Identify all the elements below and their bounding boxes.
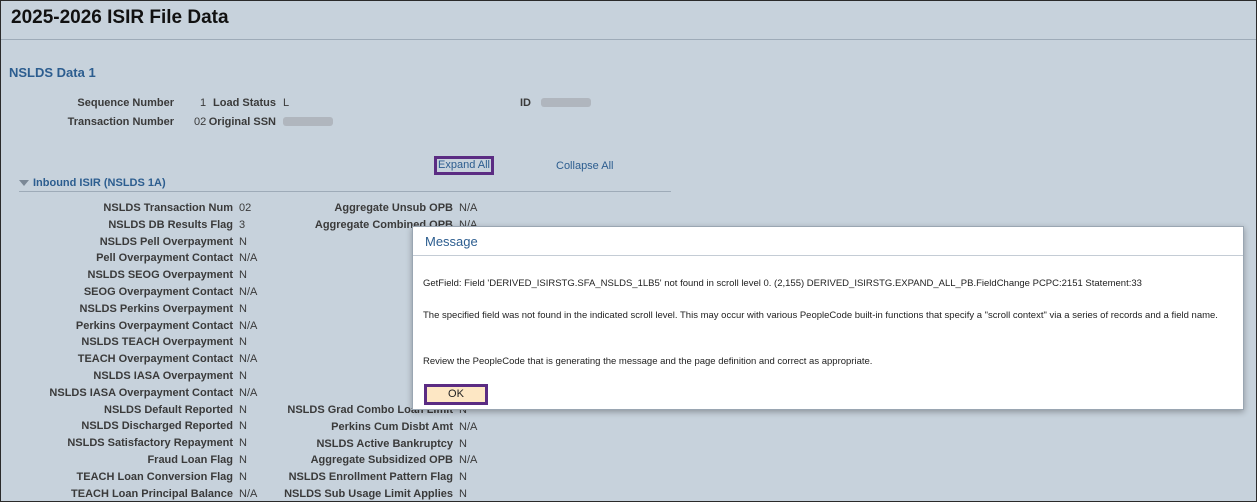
field-value: N xyxy=(239,420,247,433)
field-label: Pell Overpayment Contact xyxy=(96,252,233,265)
collapse-all-link[interactable]: Collapse All xyxy=(556,160,613,172)
field-label: NSLDS Perkins Overpayment xyxy=(79,302,233,315)
field-label: NSLDS SEOG Overpayment xyxy=(87,269,234,282)
field-label: Fraud Loan Flag xyxy=(147,454,233,466)
field-value: N xyxy=(239,454,247,466)
field-label: NSLDS TEACH Overpayment xyxy=(81,336,233,349)
field-label: NSLDS IASA Overpayment xyxy=(93,370,233,382)
field-label: TEACH Loan Conversion Flag xyxy=(76,470,233,483)
field-value: N xyxy=(459,488,467,500)
dialog-title: Message xyxy=(425,234,478,249)
field-label: NSLDS DB Results Flag xyxy=(108,218,233,231)
field-value: N xyxy=(239,437,247,450)
transaction-number-label: Transaction Number xyxy=(67,116,174,128)
field-value: N xyxy=(239,370,247,382)
message-dialog: Message GetField: Field 'DERIVED_ISIRSTG… xyxy=(412,226,1244,410)
sequence-number-label: Sequence Number xyxy=(77,97,174,109)
inbound-section-label: Inbound ISIR (NSLDS 1A) xyxy=(33,177,166,189)
field-label: NSLDS Active Bankruptcy xyxy=(316,437,453,450)
field-value: N xyxy=(459,471,467,484)
field-value: N/A xyxy=(239,252,258,265)
field-value: N xyxy=(239,269,247,282)
field-value: N/A xyxy=(459,454,478,467)
title-bar: 2025-2026 ISIR File Data xyxy=(1,1,1256,40)
field-label: Perkins Cum Disbt Amt xyxy=(331,420,453,433)
field-label: TEACH Loan Principal Balance xyxy=(71,487,233,500)
field-value: N xyxy=(239,403,247,416)
field-label: NSLDS Satisfactory Repayment xyxy=(67,437,233,450)
field-label: NSLDS Default Reported xyxy=(104,403,233,416)
field-label: TEACH Overpayment Contact xyxy=(77,353,233,366)
field-value: N/A xyxy=(239,386,258,399)
field-value: N/A xyxy=(239,353,258,366)
field-value: N/A xyxy=(239,319,258,332)
field-value: N xyxy=(459,437,467,450)
expand-all-link[interactable]: Expand All xyxy=(434,156,494,175)
field-value: N xyxy=(239,470,247,483)
collapse-arrow-icon[interactable] xyxy=(19,180,29,186)
original-ssn-redacted xyxy=(283,117,333,126)
field-label: NSLDS Pell Overpayment xyxy=(99,235,233,248)
field-label: Aggregate Unsub OPB xyxy=(334,202,453,214)
field-value: N xyxy=(239,302,247,315)
inbound-section-header[interactable]: Inbound ISIR (NSLDS 1A) xyxy=(19,177,671,192)
field-value: N/A xyxy=(459,420,478,433)
sequence-number-value: 1 xyxy=(200,97,207,109)
field-value: 02 xyxy=(239,202,252,214)
dialog-title-bar[interactable]: Message xyxy=(413,227,1243,256)
dialog-message-line-3: Review the PeopleCode that is generating… xyxy=(423,356,873,367)
field-label: NSLDS Discharged Reported xyxy=(81,420,233,433)
field-value: N/A xyxy=(459,202,478,214)
field-label: Aggregate Subsidized OPB xyxy=(310,454,453,467)
load-status-label: Load Status xyxy=(213,97,276,109)
field-label: NSLDS Enrollment Pattern Flag xyxy=(288,471,453,484)
field-label: NSLDS IASA Overpayment Contact xyxy=(49,386,233,399)
field-label: NSLDS Sub Usage Limit Applies xyxy=(284,488,453,500)
dialog-message-line-2: The specified field was not found in the… xyxy=(423,310,1218,321)
field-value: N/A xyxy=(239,487,258,500)
field-value: N/A xyxy=(239,286,258,298)
load-status-value: L xyxy=(283,97,290,109)
transaction-number-value: 02 xyxy=(194,116,207,128)
ok-button[interactable]: OK xyxy=(424,384,488,405)
field-value: 3 xyxy=(239,218,246,231)
section-title: NSLDS Data 1 xyxy=(9,65,96,80)
field-value: N xyxy=(239,235,247,248)
id-redacted xyxy=(541,98,591,107)
field-value: N xyxy=(239,336,247,349)
field-label: NSLDS Transaction Num xyxy=(103,202,233,214)
original-ssn-label: Original SSN xyxy=(208,116,276,128)
page-frame: 2025-2026 ISIR File Data NSLDS Data 1 Se… xyxy=(0,0,1257,502)
id-label: ID xyxy=(520,97,531,109)
page-title: 2025-2026 ISIR File Data xyxy=(11,7,229,28)
dialog-message-line-1: GetField: Field 'DERIVED_ISIRSTG.SFA_NSL… xyxy=(423,278,1142,289)
field-label: Perkins Overpayment Contact xyxy=(75,319,233,332)
field-label: SEOG Overpayment Contact xyxy=(83,286,233,298)
